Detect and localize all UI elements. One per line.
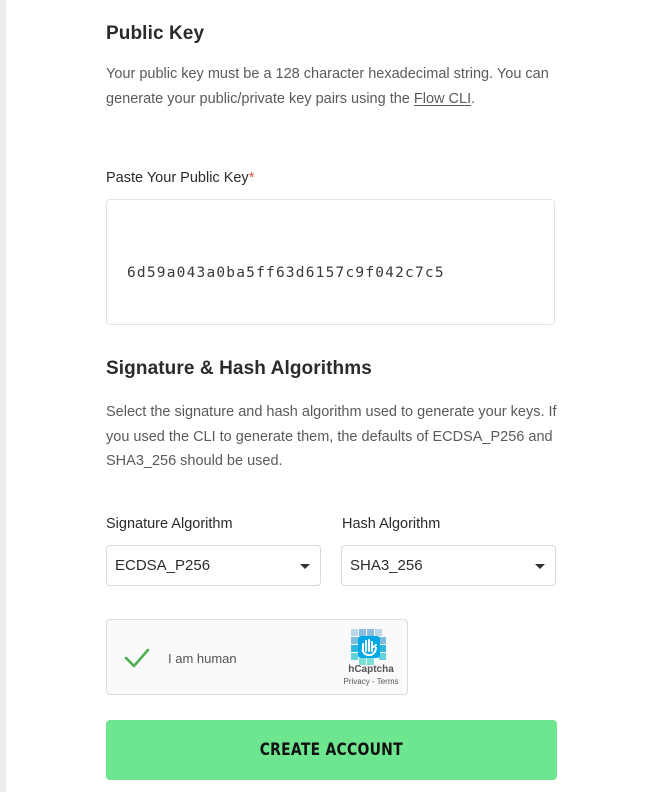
- left-rail: [0, 0, 6, 792]
- captcha-label: I am human: [168, 651, 237, 666]
- hash-algorithm-label: Hash Algorithm: [342, 516, 441, 532]
- public-key-heading: Public Key: [106, 23, 205, 44]
- public-key-label: Paste Your Public Key*: [106, 170, 254, 186]
- captcha-links: Privacy - Terms: [333, 677, 409, 686]
- signature-algorithm-select[interactable]: ECDSA_P256: [106, 545, 321, 586]
- public-key-description: Your public key must be a 128 character …: [106, 62, 557, 111]
- create-account-label: CREATE ACCOUNT: [259, 740, 404, 760]
- algorithms-description: Select the signature and hash algorithm …: [106, 404, 557, 469]
- hcaptcha-brand: hCaptcha: [348, 664, 394, 675]
- public-key-line: 6d59a043a0ba5ff63d6157c9f042c7c5: [127, 265, 445, 281]
- checkmark-icon[interactable]: [123, 644, 151, 672]
- required-marker: *: [248, 170, 255, 186]
- caret-down-icon: [300, 564, 310, 569]
- signature-algorithm-value: ECDSA_P256: [115, 557, 211, 574]
- public-key-textarea[interactable]: 6d59a043a0ba5ff63d6157c9f042c7c5 06ef04d…: [106, 199, 555, 325]
- algorithms-heading: Signature & Hash Algorithms: [106, 358, 372, 379]
- hcaptcha-widget: I am human hCaptcha Privacy - Terms: [106, 619, 408, 695]
- signature-algorithm-label: Signature Algorithm: [106, 516, 233, 532]
- privacy-link[interactable]: Privacy: [344, 677, 370, 686]
- public-key-description-suffix: .: [471, 90, 476, 107]
- terms-link[interactable]: Terms: [377, 677, 399, 686]
- hcaptcha-logo-icon: [351, 629, 387, 665]
- public-key-description-text: Your public key must be a 128 character …: [106, 66, 549, 107]
- captcha-link-separator: -: [369, 677, 377, 686]
- create-account-button[interactable]: CREATE ACCOUNT: [106, 720, 557, 780]
- flow-cli-link[interactable]: Flow CLI: [414, 91, 471, 107]
- caret-down-icon: [535, 564, 545, 569]
- hash-algorithm-select[interactable]: SHA3_256: [341, 545, 556, 586]
- hash-algorithm-value: SHA3_256: [350, 557, 423, 574]
- public-key-label-text: Paste Your Public Key: [106, 170, 249, 186]
